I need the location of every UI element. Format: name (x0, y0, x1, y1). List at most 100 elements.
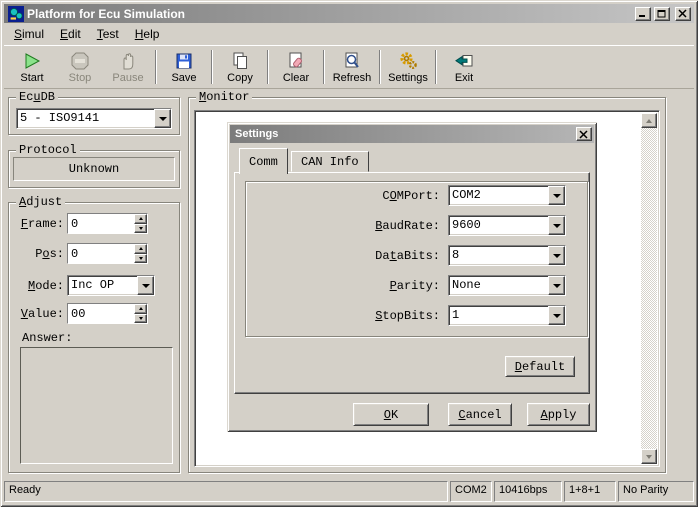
refresh-label: Refresh (333, 72, 372, 84)
default-button[interactable]: Default (505, 356, 575, 377)
toolbar-separator (267, 50, 269, 84)
start-button[interactable]: Start (8, 47, 56, 87)
default-button-label: Default (515, 360, 565, 374)
tab-can-info[interactable]: CAN Info (291, 151, 369, 172)
settings-label: Settings (388, 72, 428, 84)
refresh-icon (342, 51, 362, 72)
window-title: Platform for Ecu Simulation (27, 7, 632, 21)
stopbits-value: 1 (449, 306, 548, 325)
baudrate-value: 9600 (449, 216, 548, 235)
minimize-icon (638, 9, 648, 18)
copy-icon (230, 51, 250, 72)
menu-simul[interactable]: Simul (6, 25, 52, 43)
frame-spin-up[interactable] (134, 214, 147, 224)
apply-button[interactable]: Apply (527, 403, 590, 426)
databits-label: DataBits: (290, 249, 440, 263)
parity-dropdown[interactable]: None (448, 275, 566, 296)
comport-dropdown[interactable]: COM2 (448, 185, 566, 206)
scroll-down-icon (646, 455, 652, 462)
scroll-down-button[interactable] (641, 449, 657, 464)
answer-listbox[interactable] (20, 347, 173, 464)
baudrate-dropdown[interactable]: 9600 (448, 215, 566, 236)
spin-down-icon (139, 257, 143, 262)
protocol-caption: Protocol (16, 143, 80, 157)
stopbits-dropdown-button[interactable] (548, 306, 565, 325)
cancel-button[interactable]: Cancel (448, 403, 512, 426)
ecudb-dropdown[interactable]: 5 - ISO9141 (16, 108, 172, 129)
status-parity: No Parity (618, 481, 694, 502)
databits-value: 8 (449, 246, 548, 265)
answer-label: Answer: (22, 331, 72, 345)
exit-button[interactable]: Exit (440, 47, 488, 87)
close-icon (678, 9, 688, 18)
titlebar: Platform for Ecu Simulation (4, 4, 694, 23)
protocol-panel: Unknown (13, 157, 175, 181)
comport-value: COM2 (449, 186, 548, 205)
stopbits-dropdown[interactable]: 1 (448, 305, 566, 326)
databits-dropdown[interactable]: 8 (448, 245, 566, 266)
pause-button: Pause (104, 47, 152, 87)
cancel-button-label: Cancel (458, 408, 501, 422)
databits-dropdown-button[interactable] (548, 246, 565, 265)
scroll-up-button[interactable] (641, 113, 657, 128)
stop-button: Stop (56, 47, 104, 87)
close-button[interactable] (675, 7, 691, 21)
menu-edit[interactable]: Edit (52, 25, 89, 43)
toolbar-separator (155, 50, 157, 84)
frame-label: Frame: (12, 217, 64, 231)
tab-can-info-label: CAN Info (301, 155, 359, 169)
pos-spinner (67, 243, 148, 264)
save-button[interactable]: Save (160, 47, 208, 87)
start-label: Start (20, 72, 43, 84)
settings-dialog-title: Settings (235, 128, 576, 140)
status-message: Ready (4, 481, 448, 502)
menu-help[interactable]: Help (127, 25, 168, 43)
toolbar: Start Stop Pause Save Copy Clear Refresh (4, 45, 694, 89)
copy-label: Copy (227, 72, 253, 84)
spin-down-icon (139, 227, 143, 232)
settings-button[interactable]: Settings (384, 47, 432, 87)
mode-dropdown-button[interactable] (137, 276, 154, 295)
tab-comm-label: Comm (249, 155, 278, 169)
settings-close-button[interactable] (576, 127, 592, 141)
ecudb-value: 5 - ISO9141 (17, 109, 154, 128)
spin-up-icon (139, 305, 143, 310)
ecudb-dropdown-button[interactable] (154, 109, 171, 128)
copy-button[interactable]: Copy (216, 47, 264, 87)
tab-comm[interactable]: Comm (239, 148, 288, 174)
comport-dropdown-button[interactable] (548, 186, 565, 205)
minimize-button[interactable] (635, 7, 651, 21)
start-icon (22, 51, 42, 72)
pos-input[interactable] (68, 244, 134, 263)
frame-spin-down[interactable] (134, 224, 147, 234)
chevron-down-icon (553, 284, 561, 292)
pos-label: Pos: (12, 247, 64, 261)
parity-dropdown-button[interactable] (548, 276, 565, 295)
statusbar: Ready COM2 10416bps 1+8+1 No Parity (4, 481, 694, 502)
comport-label: COMPort: (290, 189, 440, 203)
value-input[interactable] (68, 304, 134, 323)
baudrate-dropdown-button[interactable] (548, 216, 565, 235)
chevron-down-icon (553, 194, 561, 202)
ok-button-label: OK (384, 408, 398, 422)
chevron-down-icon (553, 314, 561, 322)
menu-test[interactable]: Test (89, 25, 127, 43)
value-spin-down[interactable] (134, 314, 147, 324)
spin-down-icon (139, 317, 143, 322)
maximize-button[interactable] (654, 7, 670, 21)
refresh-button[interactable]: Refresh (328, 47, 376, 87)
mode-label: Mode: (12, 279, 64, 293)
value-spin-up[interactable] (134, 304, 147, 314)
pos-spin-up[interactable] (134, 244, 147, 254)
mode-dropdown[interactable]: Inc OP (67, 275, 155, 296)
monitor-scrollbar[interactable] (641, 113, 657, 464)
frame-input[interactable] (68, 214, 134, 233)
exit-label: Exit (455, 72, 473, 84)
pos-spin-down[interactable] (134, 254, 147, 264)
ok-button[interactable]: OK (353, 403, 429, 426)
chevron-down-icon (553, 224, 561, 232)
clear-button[interactable]: Clear (272, 47, 320, 87)
close-icon (579, 130, 589, 139)
exit-icon (454, 51, 474, 72)
app-icon (8, 6, 24, 22)
